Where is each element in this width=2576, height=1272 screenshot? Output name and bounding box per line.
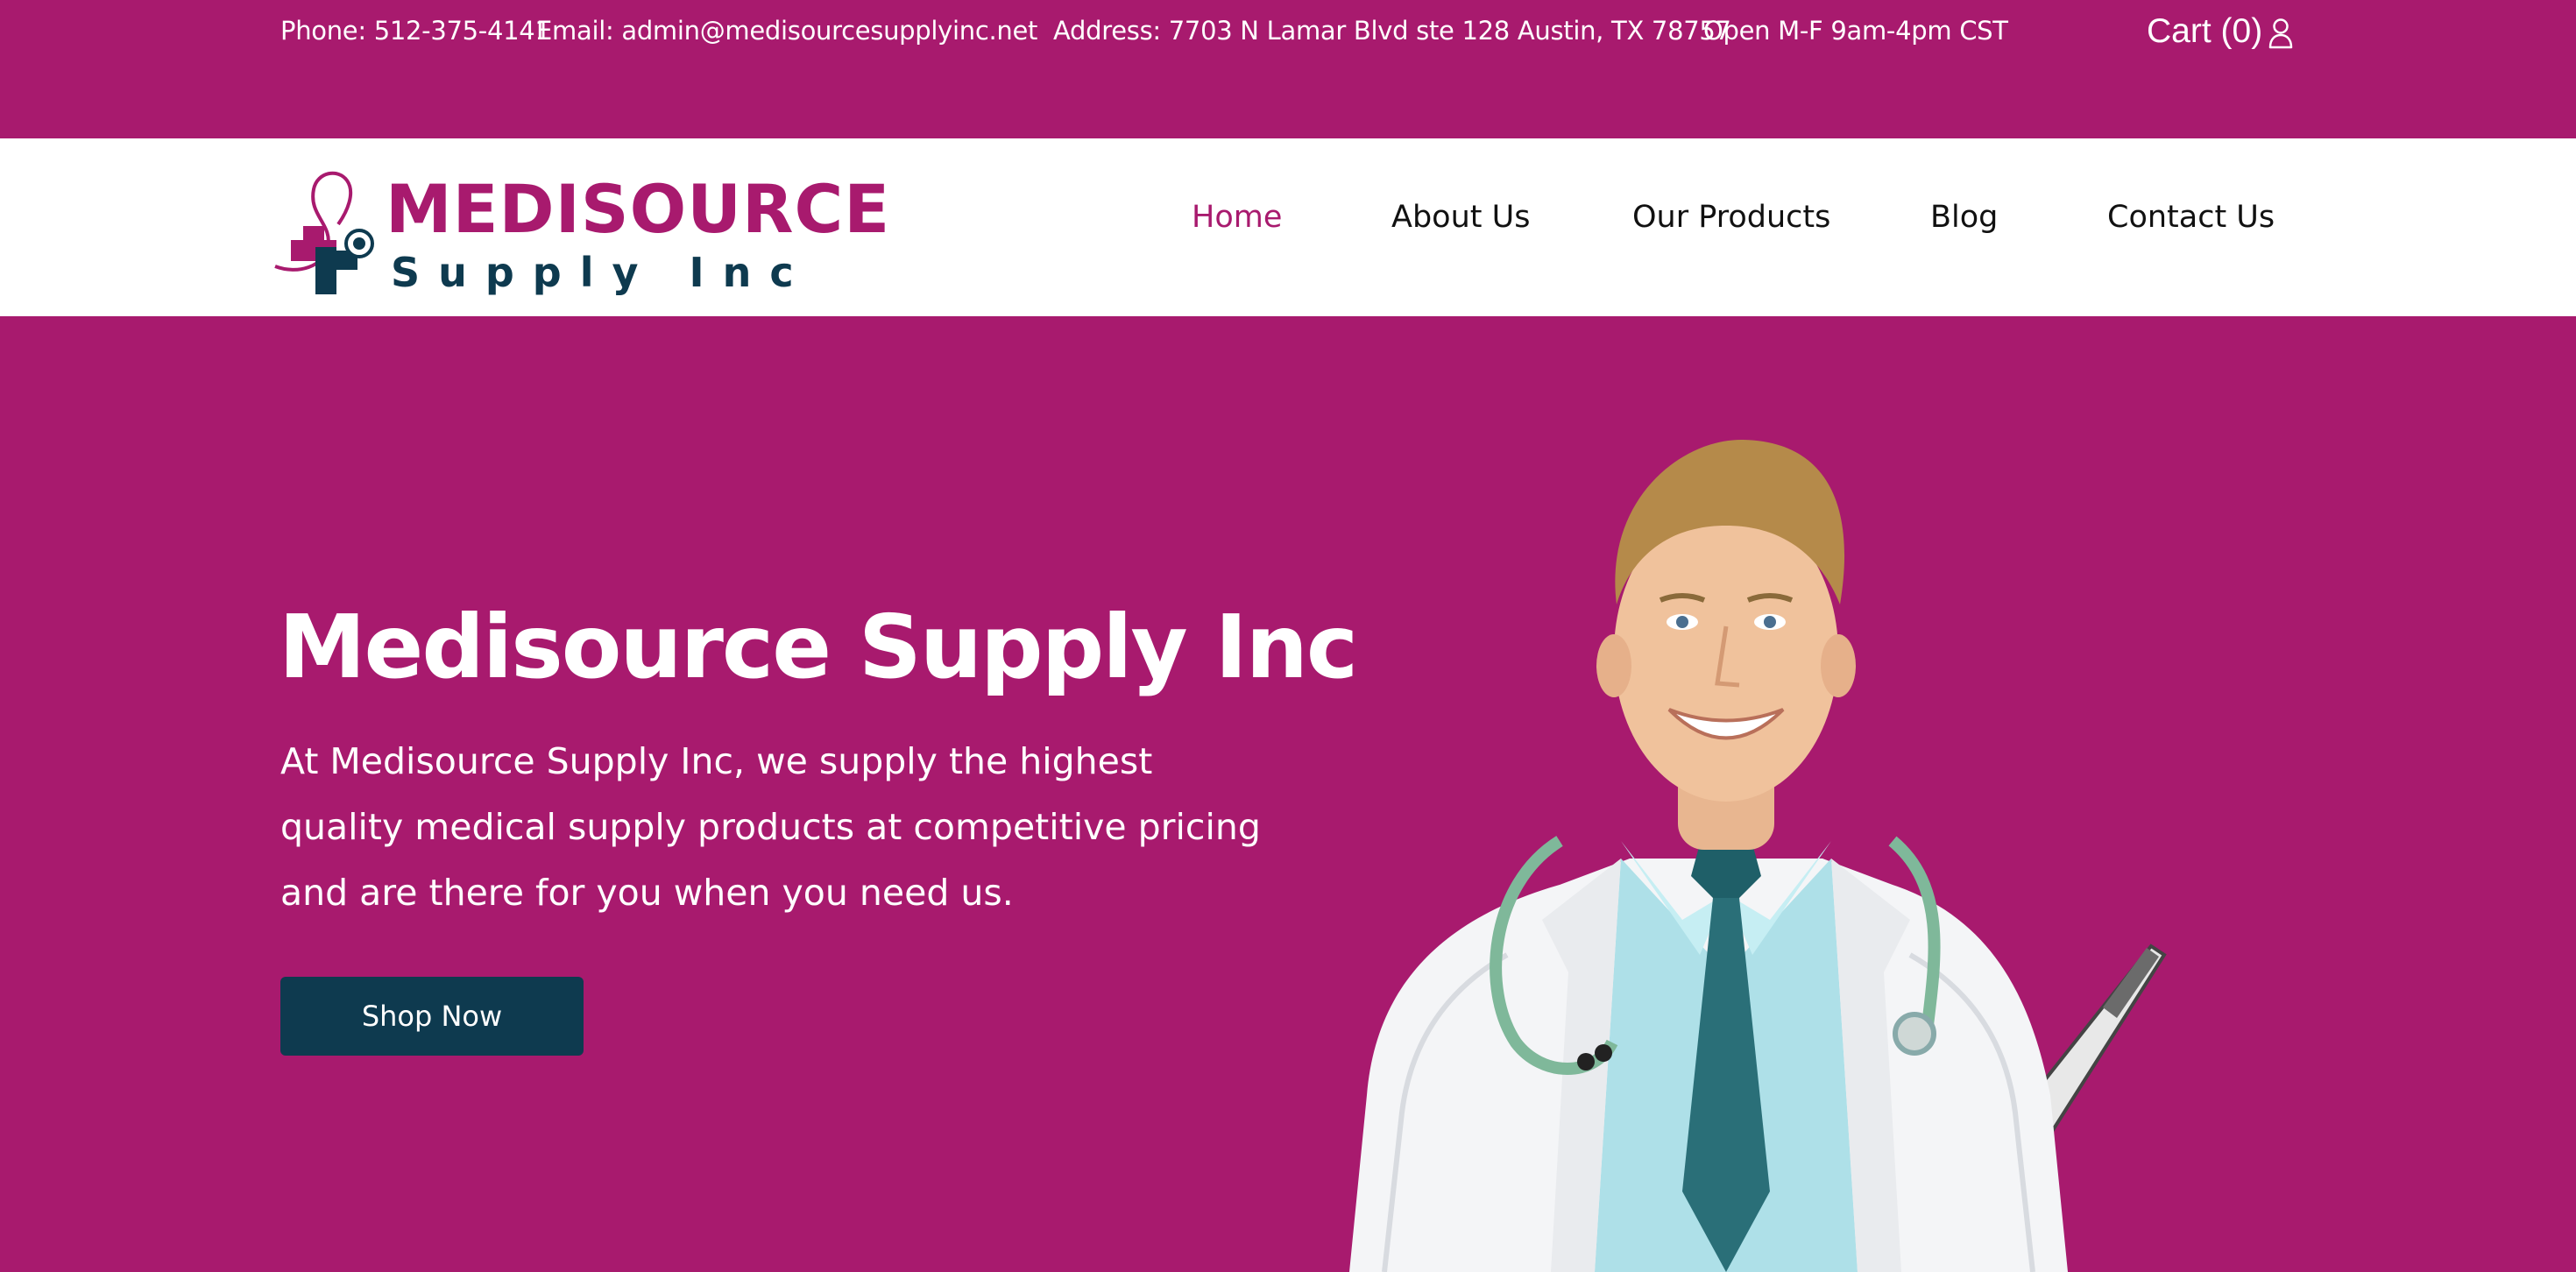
hero-text-line: quality medical supply products at compe… xyxy=(280,806,1261,848)
nav-blog[interactable]: Blog xyxy=(1930,200,1998,235)
medical-cross-stethoscope-icon xyxy=(272,163,386,294)
cart-link[interactable]: Cart (0) xyxy=(2147,12,2262,51)
site-logo[interactable]: MEDISOURCE Supply Inc xyxy=(272,163,889,296)
hero-text-line: and are there for you when you need us. xyxy=(280,872,1014,914)
address-text: Address: 7703 N Lamar Blvd ste 128 Austi… xyxy=(1053,16,1731,46)
logo-subtitle: Supply Inc xyxy=(391,249,812,296)
logo-title: MEDISOURCE xyxy=(386,170,891,248)
hours-text: Open M-F 9am-4pm CST xyxy=(1703,16,2008,46)
hero-description: At Medisource Supply Inc, we supply the … xyxy=(280,729,1314,926)
top-info-bar: Phone: 512-375-4141 Email: admin@medisou… xyxy=(0,0,2576,138)
nav-home[interactable]: Home xyxy=(1192,200,1282,235)
phone-text[interactable]: Phone: 512-375-4141 xyxy=(280,16,551,46)
email-text[interactable]: Email: admin@medisourcesupplyinc.net xyxy=(536,16,1037,46)
shop-now-button[interactable]: Shop Now xyxy=(280,977,584,1056)
doctor-image xyxy=(1332,429,2173,1272)
nav-about-us[interactable]: About Us xyxy=(1391,200,1530,235)
site-header: MEDISOURCE Supply Inc Home About Us Our … xyxy=(0,138,2576,316)
hero-title: Medisource Supply Inc xyxy=(279,596,1358,698)
nav-our-products[interactable]: Our Products xyxy=(1632,200,1830,235)
hero-text-line: At Medisource Supply Inc, we supply the … xyxy=(280,740,1153,782)
nav-contact-us[interactable]: Contact Us xyxy=(2107,200,2275,235)
user-icon[interactable] xyxy=(2268,18,2294,49)
